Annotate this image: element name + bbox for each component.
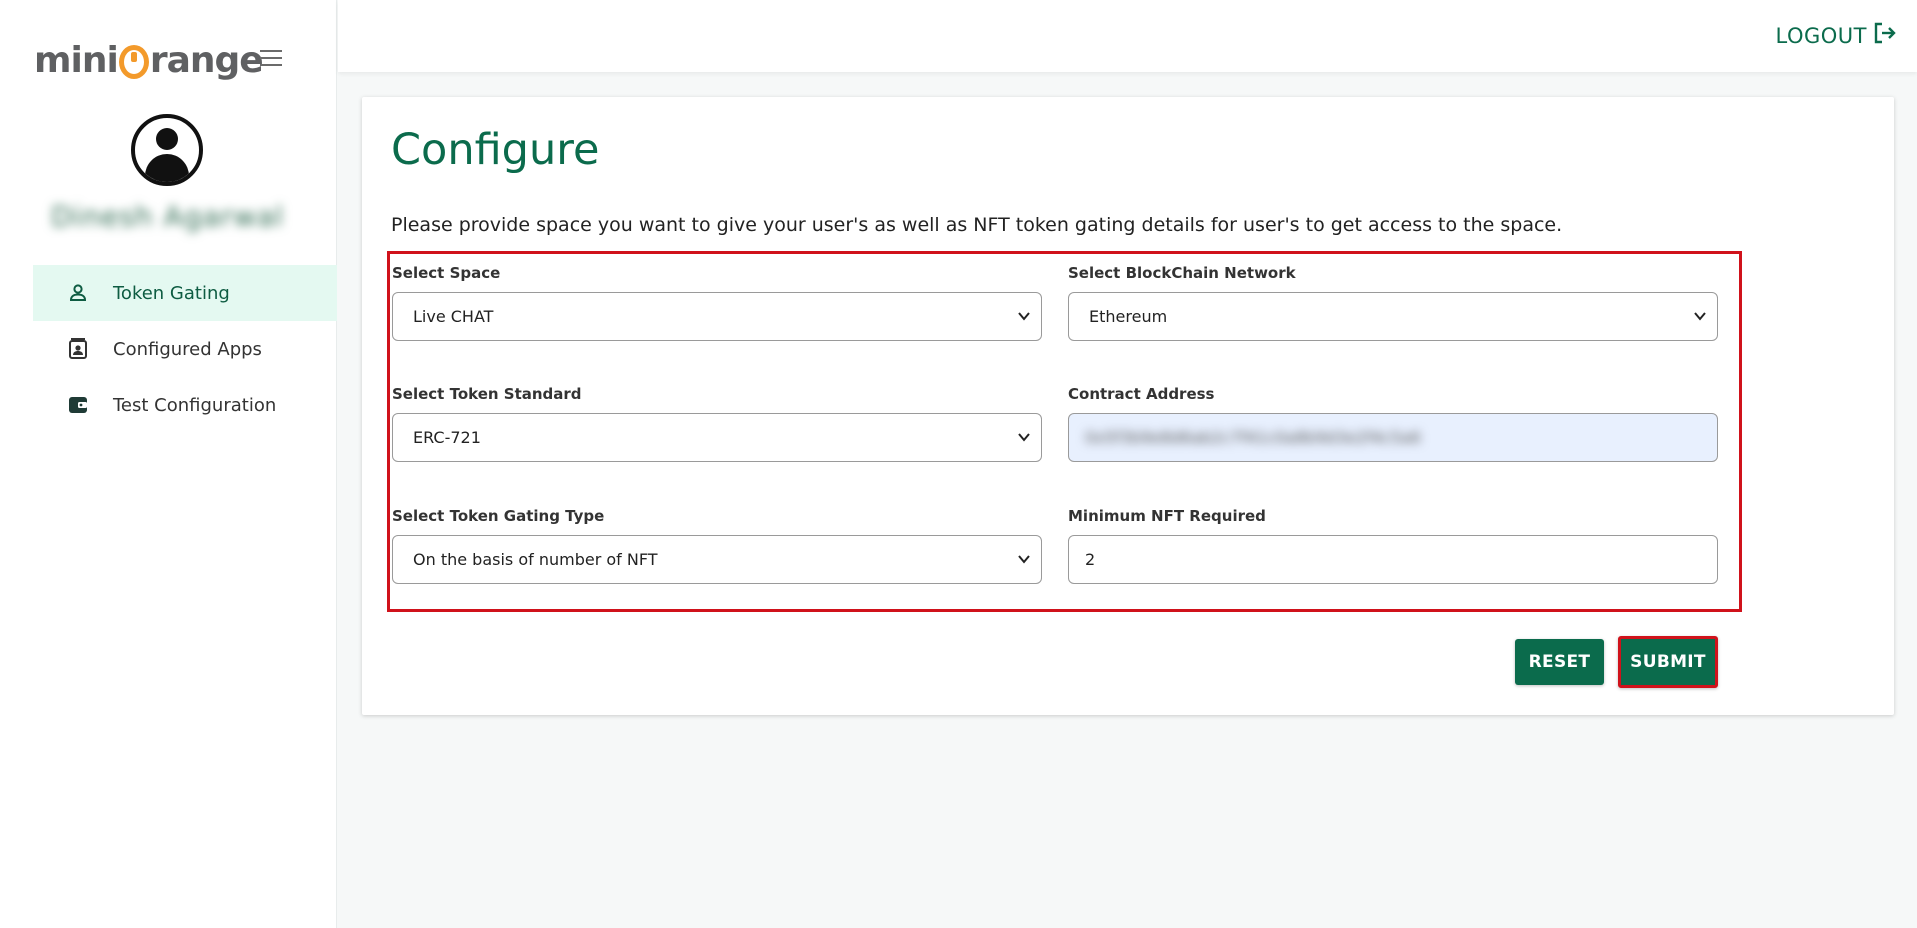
- contact-card-icon: [67, 338, 89, 360]
- minimum-nft-input[interactable]: 2: [1068, 535, 1718, 584]
- logo-text-prefix: mini: [34, 39, 119, 81]
- logo-text-suffix: range: [149, 39, 264, 81]
- sidebar-item-token-gating[interactable]: Token Gating: [33, 265, 337, 321]
- configure-card: Configure Please provide space you want …: [362, 97, 1894, 715]
- hamburger-menu-icon[interactable]: [260, 50, 282, 66]
- field-select-network: Select BlockChain Network Ethereum: [1068, 264, 1718, 341]
- select-space-value: Live CHAT: [413, 307, 494, 326]
- chevron-down-icon: [1018, 433, 1030, 442]
- select-network-label: Select BlockChain Network: [1068, 264, 1296, 282]
- select-token-standard-value: ERC-721: [413, 428, 481, 447]
- field-select-space: Select Space Live CHAT: [392, 264, 1042, 341]
- field-contract-address: Contract Address 0x5f3b9e8d6ab2c7f41c0a8…: [1068, 385, 1718, 462]
- wallet-icon: [67, 394, 89, 416]
- select-network-dropdown[interactable]: Ethereum: [1068, 292, 1718, 341]
- field-select-gating-type: Select Token Gating Type On the basis of…: [392, 507, 1042, 584]
- user-name: Dinesh Agarwal: [51, 200, 284, 233]
- field-minimum-nft: Minimum NFT Required 2: [1068, 507, 1718, 584]
- person-icon: [67, 282, 89, 304]
- sidebar-nav: Token Gating Configured Apps Test Config…: [33, 265, 337, 433]
- chevron-down-icon: [1018, 555, 1030, 564]
- logout-icon: [1873, 22, 1897, 49]
- select-network-value: Ethereum: [1089, 307, 1168, 326]
- minimum-nft-label: Minimum NFT Required: [1068, 507, 1266, 525]
- page-title: Configure: [391, 125, 600, 175]
- select-token-standard-label: Select Token Standard: [392, 385, 582, 403]
- page-description: Please provide space you want to give yo…: [391, 214, 1563, 236]
- chevron-down-icon: [1694, 312, 1706, 321]
- reset-button[interactable]: RESET: [1515, 639, 1604, 685]
- submit-button[interactable]: SUBMIT: [1618, 636, 1718, 688]
- minimum-nft-value: 2: [1085, 550, 1096, 569]
- sidebar-item-test-configuration[interactable]: Test Configuration: [33, 377, 337, 433]
- minorange-logo: mini range: [34, 34, 264, 86]
- sidebar: mini range Dinesh Agarwal Token Gating C…: [0, 0, 337, 928]
- contract-address-label: Contract Address: [1068, 385, 1215, 403]
- sidebar-item-label: Token Gating: [113, 282, 230, 304]
- avatar-body: [145, 154, 189, 182]
- top-bar: LOGOUT: [338, 0, 1917, 72]
- avatar: [131, 114, 203, 186]
- select-token-standard-dropdown[interactable]: ERC-721: [392, 413, 1042, 462]
- contract-address-input[interactable]: 0x5f3b9e8d6ab2c7f41c0a8b9d3e2f4c5a6: [1068, 413, 1718, 462]
- sidebar-item-label: Configured Apps: [113, 338, 262, 360]
- select-gating-type-label: Select Token Gating Type: [392, 507, 605, 525]
- select-gating-type-dropdown[interactable]: On the basis of number of NFT: [392, 535, 1042, 584]
- configuration-form-highlight: Select Space Live CHAT Select BlockChain…: [387, 251, 1742, 612]
- avatar-head: [156, 128, 178, 150]
- sidebar-item-configured-apps[interactable]: Configured Apps: [33, 321, 337, 377]
- sidebar-item-label: Test Configuration: [113, 394, 277, 416]
- logout-button[interactable]: LOGOUT: [1776, 22, 1897, 49]
- select-space-dropdown[interactable]: Live CHAT: [392, 292, 1042, 341]
- select-gating-type-value: On the basis of number of NFT: [413, 550, 658, 569]
- field-select-token-standard: Select Token Standard ERC-721: [392, 385, 1042, 462]
- select-space-label: Select Space: [392, 264, 501, 282]
- chevron-down-icon: [1018, 312, 1030, 321]
- logo-o-icon: [118, 45, 149, 79]
- contract-address-value: 0x5f3b9e8d6ab2c7f41c0a8b9d3e2f4c5a6: [1085, 428, 1421, 447]
- logout-label: LOGOUT: [1775, 23, 1867, 48]
